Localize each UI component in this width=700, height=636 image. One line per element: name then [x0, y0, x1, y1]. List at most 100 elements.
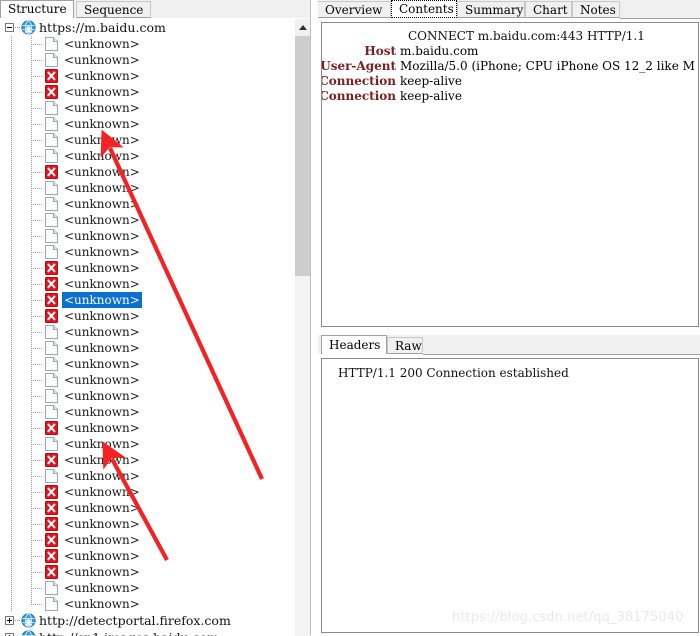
tree-item[interactable]: <unknown> [0, 340, 295, 356]
tree-item[interactable]: <unknown> [0, 292, 295, 308]
structure-tree[interactable]: https://m.baidu.com <unknown> <unknown> <un… [0, 18, 311, 636]
tab-chart[interactable]: Chart [525, 1, 572, 18]
tree-item[interactable]: <unknown> [0, 276, 295, 292]
tree-item[interactable]: <unknown> [0, 532, 295, 548]
header-row-host: Host m.baidu.com [322, 44, 698, 59]
tree-item[interactable]: <unknown> [0, 212, 295, 228]
tree-indent-guide [11, 148, 12, 164]
tree-item[interactable]: <unknown> [0, 52, 295, 68]
tree-item[interactable]: <unknown> [0, 548, 295, 564]
tree-item[interactable]: <unknown> [0, 500, 295, 516]
error-icon [45, 309, 58, 323]
tree-item[interactable]: <unknown> [0, 452, 295, 468]
error-icon [45, 501, 58, 515]
page-icon [45, 149, 58, 163]
request-headers-view[interactable]: CONNECT m.baidu.com:443 HTTP/1.1 Host m.… [321, 22, 699, 327]
tree-item[interactable]: <unknown> [0, 228, 295, 244]
tree-item[interactable]: <unknown> [0, 580, 295, 596]
tree-item[interactable]: <unknown> [0, 404, 295, 420]
tree-item[interactable]: <unknown> [0, 116, 295, 132]
tree-item-label: <unknown> [64, 165, 140, 179]
tab-structure-label: Structure [8, 2, 67, 16]
tree-item[interactable]: <unknown> [0, 196, 295, 212]
tab-summary-label: Summary [465, 3, 524, 17]
tree-vertical-scrollbar[interactable] [294, 19, 311, 636]
error-icon [45, 261, 58, 275]
page-icon [45, 133, 58, 147]
tree-connector-horizontal [31, 188, 43, 189]
tree-indent-guide [11, 276, 12, 292]
header-row-proxy-connection: Proxy-Connection keep-alive [322, 89, 698, 104]
tab-contents[interactable]: Contents [391, 0, 457, 18]
tree-root-node[interactable]: https://m.baidu.com [0, 19, 295, 36]
tree-indent-guide [11, 36, 12, 52]
tree-item[interactable]: <unknown> [0, 260, 295, 276]
tree-item[interactable]: <unknown> [0, 68, 295, 84]
tree-item[interactable]: <unknown> [0, 244, 295, 260]
tree-item[interactable]: <unknown> [0, 372, 295, 388]
tree-connector-horizontal [31, 364, 43, 365]
tree-indent-guide [11, 68, 12, 84]
tree-item-label: <unknown> [64, 85, 140, 99]
tree-connector-horizontal [31, 140, 43, 141]
scroll-up-arrow-icon[interactable] [295, 19, 311, 36]
panel-divider[interactable] [310, 0, 311, 635]
tab-raw[interactable]: Raw [387, 337, 423, 354]
detail-panel: Overview Contents Summary Chart Notes CO… [318, 0, 700, 635]
error-icon [45, 421, 58, 435]
tree-item[interactable]: <unknown> [0, 436, 295, 452]
tree-indent-guide [11, 500, 12, 516]
tree-item-label: <unknown> [64, 485, 140, 499]
request-line-row: CONNECT m.baidu.com:443 HTTP/1.1 [322, 29, 698, 44]
tree-item[interactable]: <unknown> [0, 84, 295, 100]
tab-notes[interactable]: Notes [572, 1, 620, 18]
tree-item[interactable]: <unknown> [0, 468, 295, 484]
tree-indent-guide [11, 292, 12, 308]
tree-item[interactable]: <unknown> [0, 356, 295, 372]
page-icon [45, 37, 58, 51]
response-headers-view[interactable]: HTTP/1.1 200 Connection established [321, 358, 699, 633]
tree-item[interactable]: <unknown> [0, 36, 295, 52]
tab-structure[interactable]: Structure [0, 0, 74, 18]
tree-item[interactable]: <unknown> [0, 308, 295, 324]
tab-headers[interactable]: Headers [321, 335, 387, 354]
tree-item[interactable]: <unknown> [0, 564, 295, 580]
expand-expander-icon[interactable] [5, 616, 14, 625]
tree-connector-horizontal [31, 156, 43, 157]
tree-item-label: <unknown> [64, 581, 140, 595]
response-status-line: HTTP/1.1 200 Connection established [338, 366, 569, 380]
tree-indent-guide [11, 468, 12, 484]
tree-item[interactable]: <unknown> [0, 516, 295, 532]
tab-overview[interactable]: Overview [318, 1, 391, 18]
error-icon [45, 165, 58, 179]
tree-item[interactable]: <unknown> [0, 420, 295, 436]
tree-indent-guide [11, 212, 12, 228]
header-name-proxy-connection-label: Proxy-Connection [322, 89, 396, 103]
left-tab-filler [151, 1, 311, 19]
tree-item[interactable]: <unknown> [0, 388, 295, 404]
tree-connector-horizontal [31, 348, 43, 349]
tree-item[interactable]: <unknown> [0, 484, 295, 500]
tree-item[interactable]: <unknown> [0, 132, 295, 148]
collapse-expander-icon[interactable] [5, 23, 14, 32]
tree-item[interactable]: <unknown> [0, 148, 295, 164]
tree-item[interactable]: <unknown> [0, 100, 295, 116]
header-name-host-label: Host [364, 44, 396, 58]
tree-item[interactable]: <unknown> [0, 180, 295, 196]
tab-summary[interactable]: Summary [457, 1, 525, 18]
tree-indent-guide [11, 436, 12, 452]
tree-indent-guide [11, 388, 12, 404]
tree-item-label: <unknown> [64, 245, 140, 259]
tree-item[interactable]: <unknown> [0, 324, 295, 340]
tree-connector-horizontal [31, 108, 43, 109]
tree-item-label: <unknown> [64, 405, 140, 419]
tree-root-node[interactable]: http://detectportal.firefox.com [0, 612, 295, 629]
tab-contents-label: Contents [399, 2, 454, 16]
tree-item[interactable]: <unknown> [0, 596, 295, 612]
tree-rows-container: https://m.baidu.com <unknown> <unknown> <un… [0, 19, 295, 636]
tree-connector-horizontal [31, 476, 43, 477]
tree-indent-guide [11, 484, 12, 500]
tree-item[interactable]: <unknown> [0, 164, 295, 180]
scrollbar-thumb[interactable] [295, 36, 311, 276]
tab-sequence[interactable]: Sequence [76, 1, 151, 18]
